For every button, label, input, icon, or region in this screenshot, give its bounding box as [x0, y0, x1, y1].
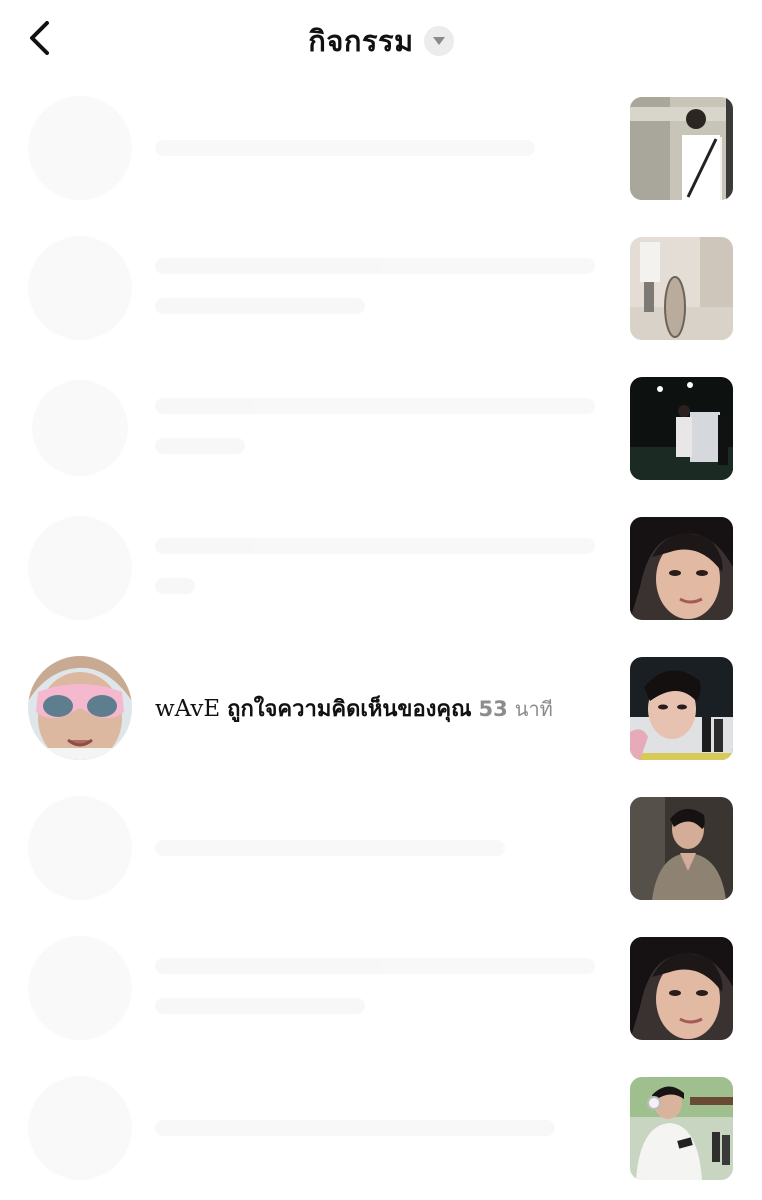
avatar[interactable] — [28, 796, 132, 900]
activity-text-redacted — [155, 398, 605, 478]
avatar[interactable] — [28, 376, 132, 480]
post-thumbnail[interactable] — [630, 517, 733, 620]
avatar[interactable] — [28, 516, 132, 620]
activity-action: ถูกใจความคิดเห็นของคุณ — [227, 697, 472, 722]
activity-row[interactable] — [0, 498, 762, 638]
title-group[interactable]: กิจกรรม — [0, 18, 762, 64]
activity-row[interactable] — [0, 778, 762, 918]
activity-text-redacted — [155, 258, 605, 338]
post-thumbnail[interactable] — [630, 97, 733, 200]
avatar[interactable] — [28, 1076, 132, 1180]
post-thumbnail[interactable] — [630, 1077, 733, 1180]
post-thumbnail[interactable] — [630, 797, 733, 900]
timestamp-value: 53 — [478, 697, 508, 721]
username[interactable]: wAvE — [155, 696, 220, 722]
activity-text-redacted — [155, 958, 605, 1038]
post-thumbnail[interactable] — [630, 937, 733, 1040]
timestamp-unit: นาที — [514, 697, 553, 721]
top-bar: กิจกรรม — [0, 0, 762, 78]
avatar[interactable] — [28, 236, 132, 340]
activity-row[interactable] — [0, 218, 762, 358]
activity-filter-dropdown[interactable] — [423, 26, 454, 56]
activity-text-redacted — [155, 818, 605, 880]
activity-row[interactable]: wAvE ถูกใจความคิดเห็นของคุณ 53 นาที — [0, 638, 762, 778]
activity-row[interactable] — [0, 1058, 762, 1198]
post-thumbnail[interactable] — [630, 237, 733, 340]
post-thumbnail[interactable] — [630, 377, 733, 480]
triangle-down-icon — [432, 37, 445, 45]
activity-row[interactable] — [0, 358, 762, 498]
avatar[interactable] — [28, 96, 132, 200]
activity-text-redacted — [155, 538, 605, 618]
page-title: กิจกรรม — [308, 24, 414, 58]
activity-row[interactable] — [0, 918, 762, 1058]
avatar[interactable] — [28, 936, 132, 1040]
activity-row[interactable] — [0, 78, 762, 218]
activity-text-redacted — [155, 1098, 605, 1160]
activity-text-redacted — [155, 118, 605, 180]
avatar[interactable] — [28, 656, 132, 760]
post-thumbnail[interactable] — [630, 657, 733, 760]
activity-text: wAvE ถูกใจความคิดเห็นของคุณ 53 นาที — [155, 694, 553, 725]
